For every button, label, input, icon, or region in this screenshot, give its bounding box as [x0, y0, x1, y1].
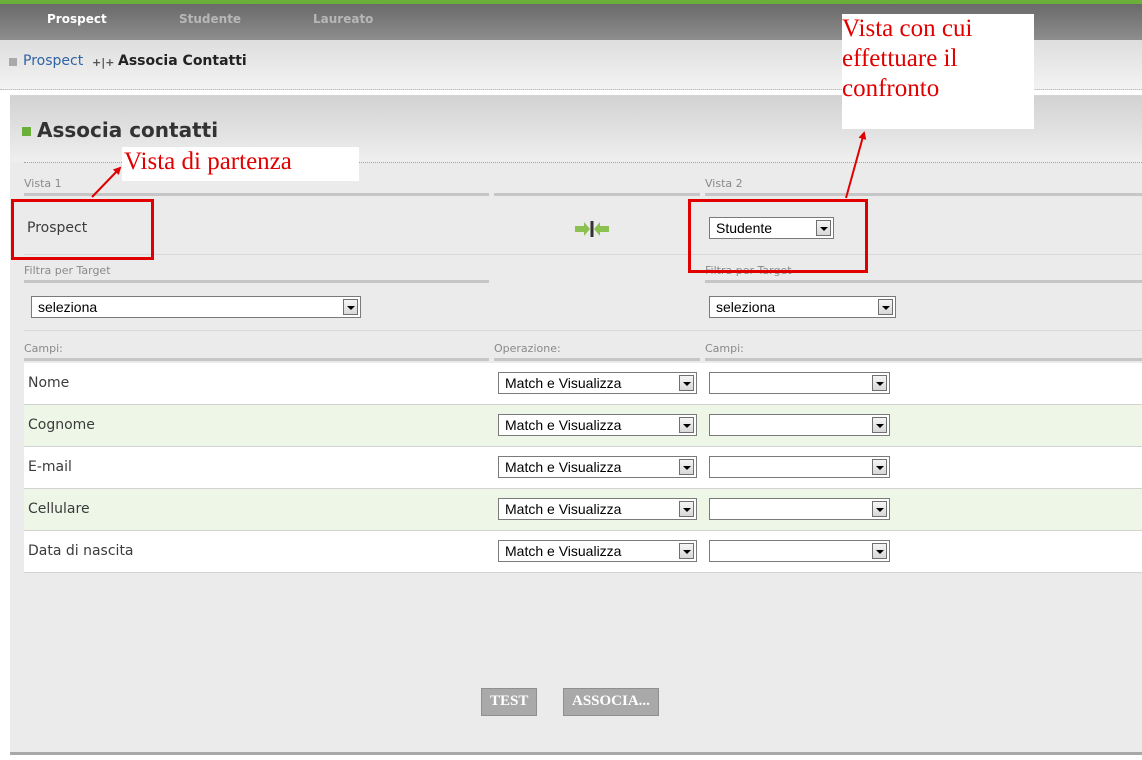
- arrow-to-vista1: [91, 166, 122, 198]
- annotation-arrows: [91, 131, 867, 199]
- arrow-to-vista2: [845, 131, 867, 199]
